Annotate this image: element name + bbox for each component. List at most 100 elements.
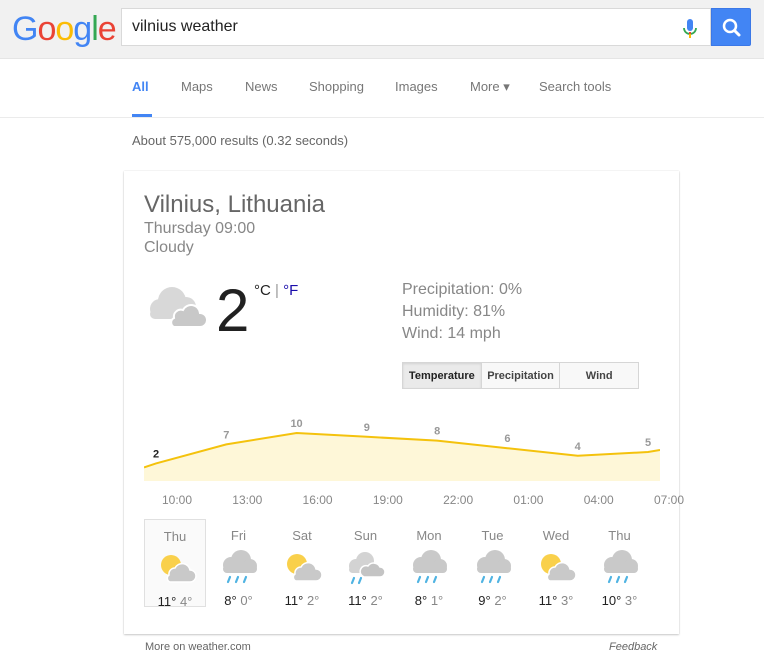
day-forecast-mon[interactable]: Mon 8° 1° bbox=[398, 519, 460, 608]
day-forecast-sun[interactable]: Sun 11° 2° bbox=[335, 519, 397, 608]
day-forecast-tue[interactable]: Tue 9° 2° bbox=[462, 519, 524, 608]
logo-letter: G bbox=[12, 10, 38, 48]
temperature-label: 6 bbox=[504, 433, 510, 445]
day-high: 11° bbox=[348, 593, 367, 608]
partly-cloudy-icon bbox=[161, 555, 197, 583]
tab-temperature[interactable]: Temperature bbox=[403, 363, 482, 388]
hour-label: 01:00 bbox=[513, 493, 544, 507]
temperature-label: 4 bbox=[575, 441, 582, 453]
weather-card: Vilnius, Lithuania Thursday 09:00 Cloudy… bbox=[124, 171, 684, 634]
rain-icon bbox=[476, 550, 511, 584]
google-logo[interactable]: Google bbox=[12, 10, 117, 49]
weather-condition: Cloudy bbox=[144, 239, 194, 256]
partly-cloudy-icon bbox=[287, 554, 323, 582]
day-forecast-fri[interactable]: Fri 8° 0° bbox=[208, 519, 270, 608]
day-high: 8° bbox=[224, 593, 237, 608]
day-name: Thu bbox=[163, 529, 187, 544]
tab-news[interactable]: News bbox=[245, 79, 278, 94]
day-low: 1° bbox=[430, 593, 444, 608]
showers-icon bbox=[348, 552, 386, 585]
rain-icon bbox=[222, 550, 257, 584]
day-temperature: 8° 1° bbox=[398, 593, 460, 608]
day-name: Sun bbox=[353, 528, 378, 543]
unit-toggle: °C | °F bbox=[254, 282, 298, 299]
humidity-value: Humidity: 81% bbox=[402, 303, 506, 320]
day-name: Tue bbox=[481, 528, 504, 543]
temperature-label: 8 bbox=[434, 426, 440, 438]
hour-label: 16:00 bbox=[302, 493, 333, 507]
day-temperature: 11° 2° bbox=[335, 593, 397, 608]
temperature-label: 10 bbox=[290, 419, 302, 430]
microphone-icon[interactable] bbox=[680, 18, 700, 42]
tab-wind[interactable]: Wind bbox=[560, 363, 639, 388]
hour-label: 04:00 bbox=[583, 493, 614, 507]
day-forecast-thu[interactable]: Thu 11° 4° bbox=[144, 519, 206, 609]
day-forecast-thu[interactable]: Thu 10° 3° bbox=[589, 519, 651, 608]
feedback-link[interactable]: Feedback bbox=[609, 641, 657, 653]
weather-tabs: Temperature Precipitation Wind bbox=[402, 362, 639, 389]
day-low: 2° bbox=[306, 593, 320, 608]
search-button[interactable] bbox=[711, 8, 751, 46]
tab-shopping[interactable]: Shopping bbox=[309, 79, 364, 94]
day-low: 0° bbox=[240, 593, 253, 608]
weather-details: Precipitation: 0% Humidity: 81% Wind: 14… bbox=[402, 279, 522, 345]
logo-letter: o bbox=[55, 10, 74, 48]
tab-maps[interactable]: Maps bbox=[181, 79, 213, 94]
search-input[interactable] bbox=[132, 17, 652, 37]
tab-precipitation[interactable]: Precipitation bbox=[481, 363, 561, 388]
logo-letter: o bbox=[37, 10, 56, 48]
day-name: Mon bbox=[416, 528, 442, 543]
celsius-toggle[interactable]: °C bbox=[254, 282, 271, 299]
hour-label: 07:00 bbox=[653, 493, 685, 507]
day-temperature: 9° 2° bbox=[462, 593, 524, 608]
hour-label: 22:00 bbox=[443, 493, 474, 507]
day-temperature: 8° 0° bbox=[208, 593, 270, 608]
day-forecast-sat[interactable]: Sat 11° 2° bbox=[271, 519, 333, 608]
day-low: 3° bbox=[560, 593, 574, 608]
day-temperature: 11° 2° bbox=[271, 593, 333, 608]
logo-letter: g bbox=[73, 10, 92, 48]
rain-icon bbox=[413, 550, 447, 584]
day-name: Thu bbox=[608, 528, 631, 543]
day-low: 2° bbox=[370, 593, 383, 608]
day-forecast-wed[interactable]: Wed 11° 3° bbox=[525, 519, 587, 608]
top-bar: Google bbox=[0, 0, 764, 59]
rain-icon bbox=[603, 550, 638, 584]
hour-label: 10:00 bbox=[161, 493, 193, 507]
tab-all[interactable]: All bbox=[132, 79, 149, 94]
day-high: 8° bbox=[414, 593, 428, 608]
day-name: Sat bbox=[292, 528, 312, 543]
active-tab-indicator bbox=[132, 114, 152, 117]
partly-cloudy-icon bbox=[541, 554, 577, 582]
fahrenheit-toggle[interactable]: °F bbox=[283, 282, 298, 299]
day-temperature: 10° 3° bbox=[589, 593, 651, 608]
day-temperature: 11° 4° bbox=[145, 594, 205, 609]
weather-time: Thursday 09:00 bbox=[144, 220, 256, 237]
wind-value: Wind: 14 mph bbox=[402, 325, 501, 342]
daily-forecast: Thu 11° 4° Fri 8° 0° Sat 11° 2° Sun 11° 2° Mon 8°… bbox=[144, 517, 660, 611]
tab-search-tools[interactable]: Search tools bbox=[539, 79, 611, 94]
temperature-area bbox=[144, 433, 660, 481]
day-name: Fri bbox=[230, 528, 247, 543]
temperature-chart: 2 7 10 9 8 6 4 5 bbox=[144, 419, 660, 481]
temperature-label: 7 bbox=[223, 429, 229, 441]
unit-separator: | bbox=[270, 282, 284, 299]
search-nav: All Maps News Shopping Images More ▾ Sea… bbox=[0, 59, 764, 118]
temperature-label: 5 bbox=[645, 437, 651, 449]
cloudy-icon bbox=[150, 287, 208, 328]
weather-location: Vilnius, Lithuania bbox=[144, 191, 326, 218]
temperature-label: 2 bbox=[153, 448, 159, 460]
temperature-label: 9 bbox=[364, 422, 370, 434]
tab-images[interactable]: Images bbox=[395, 79, 438, 94]
day-temperature: 11° 3° bbox=[525, 593, 587, 608]
search-box[interactable] bbox=[121, 8, 711, 46]
day-low: 2° bbox=[494, 593, 507, 608]
tab-more[interactable]: More ▾ bbox=[470, 79, 510, 95]
hour-label: 13:00 bbox=[232, 493, 263, 507]
day-high: 9° bbox=[478, 593, 491, 608]
day-high: 10° bbox=[601, 593, 622, 608]
day-high: 11° bbox=[157, 594, 177, 609]
day-low: 4° bbox=[179, 594, 193, 609]
weather-source-link[interactable]: More on weather.com bbox=[145, 641, 251, 653]
day-high: 11° bbox=[284, 593, 304, 608]
